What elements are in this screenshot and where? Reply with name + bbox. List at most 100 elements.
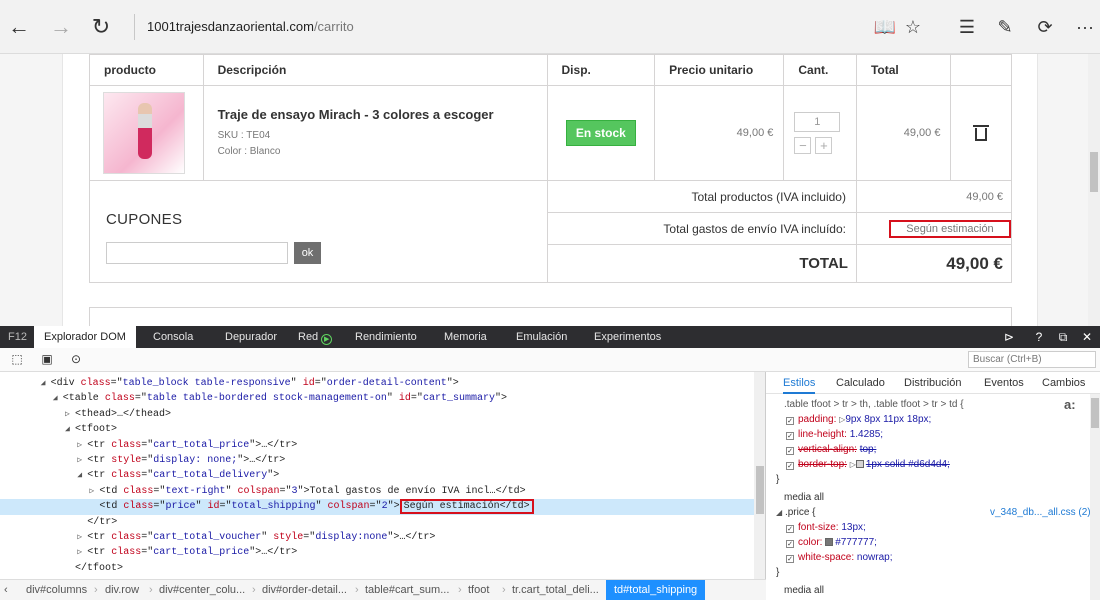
styles-tab-bar: Estilos Calculado Distribución Eventos C… bbox=[766, 372, 1100, 394]
coupon-ok-button[interactable]: ok bbox=[294, 242, 321, 264]
tab-debugger[interactable]: Depurador bbox=[215, 326, 287, 348]
page-scrollbar[interactable] bbox=[1088, 54, 1100, 326]
border-top-checkbox[interactable]: ✓ bbox=[786, 462, 794, 470]
breadcrumb-item[interactable]: div.row bbox=[101, 580, 139, 600]
dom-highlighted-text[interactable]: Según estimación</td> bbox=[399, 499, 534, 515]
console-toggle-icon[interactable]: ⊳ bbox=[998, 326, 1020, 348]
tab-events[interactable]: Eventos bbox=[984, 377, 1024, 389]
dom-node[interactable]: ◢ <div class="table_block table-responsiv… bbox=[0, 376, 754, 391]
dom-node[interactable]: ▷ <tr class="cart_total_price">…</tr> bbox=[0, 438, 754, 453]
rule-source-link[interactable]: v_348_db..._all.css (2) bbox=[990, 505, 1091, 520]
reading-view-icon[interactable]: 📖 bbox=[872, 14, 898, 40]
font-size-checkbox[interactable]: ✓ bbox=[786, 525, 794, 533]
select-element-icon[interactable]: ⬚ bbox=[10, 352, 24, 366]
expand-toggle-icon[interactable]: ◢ bbox=[41, 376, 51, 391]
breadcrumb-item-active[interactable]: td#total_shipping bbox=[606, 580, 706, 600]
white-space-checkbox[interactable]: ✓ bbox=[786, 555, 794, 563]
tab-changes[interactable]: Cambios bbox=[1042, 377, 1085, 389]
page-scroll-thumb[interactable] bbox=[1090, 152, 1098, 192]
color-checkbox[interactable]: ✓ bbox=[786, 540, 794, 548]
highlight-element-icon[interactable]: ▣ bbox=[40, 352, 54, 366]
expand-toggle-icon[interactable]: ◢ bbox=[65, 422, 75, 437]
expand-toggle-icon[interactable]: ▷ bbox=[65, 407, 75, 422]
collapse-arrow-icon[interactable]: ◢ bbox=[776, 508, 782, 517]
dom-node[interactable]: ▷ <tr style="display: none;">…</tr> bbox=[0, 453, 754, 468]
product-image[interactable] bbox=[103, 92, 185, 174]
hub-menu-icon[interactable]: ☰ bbox=[954, 14, 980, 40]
web-note-icon[interactable]: ✎ bbox=[992, 14, 1018, 40]
tab-layout[interactable]: Distribución bbox=[904, 377, 961, 389]
dom-scrollbar[interactable] bbox=[754, 372, 765, 579]
tab-computed[interactable]: Calculado bbox=[836, 377, 885, 389]
record-icon: ▶ bbox=[321, 334, 333, 345]
expand-toggle-icon[interactable]: ◢ bbox=[53, 391, 63, 406]
tab-experiments[interactable]: Experimentos bbox=[584, 326, 671, 348]
expand-toggle-icon[interactable]: ▷ bbox=[77, 545, 87, 560]
undock-icon[interactable]: ⧉ bbox=[1052, 326, 1074, 348]
breadcrumb-item[interactable]: tfoot bbox=[464, 580, 489, 600]
dom-node[interactable]: ◢ <table class="table table-bordered stoc… bbox=[0, 391, 754, 406]
forward-arrow-icon[interactable]: → bbox=[48, 14, 74, 40]
close-icon[interactable]: ✕ bbox=[1076, 326, 1098, 348]
line-height-checkbox[interactable]: ✓ bbox=[786, 432, 794, 440]
padding-checkbox[interactable]: ✓ bbox=[786, 417, 794, 425]
styles-scroll-thumb[interactable] bbox=[1091, 398, 1099, 428]
dom-node[interactable]: ◢ <tfoot> bbox=[0, 422, 754, 437]
dom-node[interactable]: </tr> bbox=[0, 515, 754, 530]
crumb-scroll-left-icon[interactable]: ‹ bbox=[0, 580, 8, 600]
tab-memory[interactable]: Memoria bbox=[434, 326, 497, 348]
expand-toggle-icon[interactable]: ▷ bbox=[77, 453, 87, 468]
breadcrumb-item[interactable]: div#center_colu... bbox=[155, 580, 245, 600]
dom-node[interactable]: ▷ <td class="text-right" colspan="3">Tota… bbox=[0, 484, 754, 499]
border-top-prop-value[interactable]: 1px solid #d6d4d4; bbox=[866, 459, 950, 470]
tab-dom-explorer[interactable]: Explorador DOM bbox=[34, 326, 136, 348]
address-bar[interactable]: 1001trajesdanzaoriental.com/carrito bbox=[134, 14, 934, 40]
tab-performance[interactable]: Rendimiento bbox=[345, 326, 427, 348]
quantity-input[interactable]: 1 bbox=[794, 112, 841, 132]
help-icon[interactable]: ? bbox=[1028, 326, 1050, 348]
quantity-increase-button[interactable]: + bbox=[815, 137, 833, 154]
tab-network[interactable]: Red ▶ bbox=[288, 326, 342, 348]
expand-toggle-icon[interactable]: ▷ bbox=[77, 530, 87, 545]
trash-icon[interactable] bbox=[973, 125, 990, 141]
dom-node[interactable]: ▷ <tr class="cart_total_price">…</tr> bbox=[0, 545, 754, 560]
more-options-icon[interactable]: ··· bbox=[1072, 14, 1098, 40]
devtools-toolbar: ⬚ ▣ ⊙ Buscar (Ctrl+B) bbox=[0, 348, 1100, 372]
color-swatch-icon[interactable] bbox=[855, 460, 864, 468]
share-icon[interactable]: ⟳ bbox=[1032, 14, 1058, 40]
dom-node[interactable]: </tfoot> bbox=[0, 561, 754, 576]
color-picker-icon[interactable]: ⊙ bbox=[69, 352, 83, 366]
expand-toggle-icon[interactable]: ◢ bbox=[77, 468, 87, 483]
color-prop-value[interactable]: #777777; bbox=[835, 537, 877, 548]
dom-node[interactable]: ◢ <tr class="cart_total_delivery"> bbox=[0, 468, 754, 483]
breadcrumb-item[interactable]: div#order-detail... bbox=[258, 580, 347, 600]
dom-search-input[interactable]: Buscar (Ctrl+B) bbox=[968, 351, 1096, 368]
quantity-decrease-button[interactable]: − bbox=[794, 137, 812, 154]
breadcrumb-item[interactable]: table#cart_sum... bbox=[361, 580, 449, 600]
favorite-star-icon[interactable]: ☆ bbox=[900, 14, 926, 40]
vertical-align-checkbox[interactable]: ✓ bbox=[786, 447, 794, 455]
vertical-align-prop-value[interactable]: top; bbox=[860, 444, 877, 455]
expand-toggle-icon[interactable]: ▷ bbox=[89, 484, 99, 499]
font-size-prop-value[interactable]: 13px; bbox=[841, 522, 865, 533]
dom-node[interactable]: ▷ <tr class="cart_total_voucher" style="d… bbox=[0, 530, 754, 545]
color-swatch-icon[interactable] bbox=[825, 538, 834, 546]
product-name-link[interactable]: Traje de ensayo Mirach - 3 colores a esc… bbox=[218, 107, 547, 122]
white-space-prop-value[interactable]: nowrap; bbox=[857, 552, 893, 563]
padding-prop-value[interactable]: 9px 8px 11px 18px; bbox=[845, 414, 931, 425]
expand-toggle-icon[interactable]: ▷ bbox=[77, 438, 87, 453]
breadcrumb-item[interactable]: div#columns bbox=[22, 580, 87, 600]
refresh-icon[interactable]: ↻ bbox=[88, 14, 114, 40]
coupon-code-input[interactable] bbox=[106, 242, 288, 264]
tab-console[interactable]: Consola bbox=[143, 326, 203, 348]
dom-node[interactable]: ▷ <thead>…</thead> bbox=[0, 407, 754, 422]
tab-styles[interactable]: Estilos bbox=[783, 377, 816, 394]
product-color: Color : Blanco bbox=[217, 145, 281, 157]
dom-node-selected[interactable]: <td class="price" id="total_shipping" co… bbox=[0, 499, 754, 515]
line-height-prop-value[interactable]: 1.4285; bbox=[850, 429, 883, 440]
breadcrumb-item[interactable]: tr.cart_total_deli... bbox=[508, 580, 599, 600]
dom-scroll-thumb[interactable] bbox=[756, 466, 764, 514]
styles-scrollbar[interactable] bbox=[1090, 394, 1100, 600]
back-arrow-icon[interactable]: ← bbox=[6, 14, 32, 40]
tab-emulation[interactable]: Emulación bbox=[506, 326, 577, 348]
